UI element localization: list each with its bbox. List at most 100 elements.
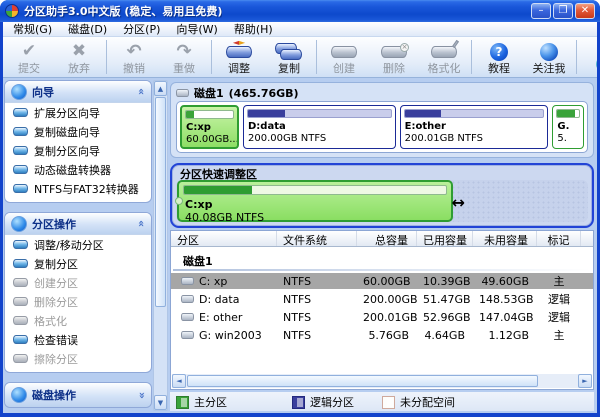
follow-me-button[interactable]: 关注我	[524, 39, 574, 75]
delete-button[interactable]: × 删除	[369, 39, 419, 75]
expand-chevron-icon[interactable]: «	[135, 391, 148, 398]
window-controls: – ❐ ✕	[531, 3, 595, 19]
sidebar-scrollbar[interactable]: ▲ ▼	[153, 80, 168, 411]
unallocated-swatch-icon	[382, 395, 395, 409]
commit-button[interactable]: ✔ 提交	[4, 39, 54, 75]
disk-icon	[13, 354, 28, 363]
toolbar-separator	[316, 40, 317, 74]
resize-button[interactable]: ◄► 调整	[214, 38, 264, 75]
quick-adjust-panel: 分区快速调整区 C:xp 40.08GB NTFS ↔	[170, 163, 594, 228]
clipped-icon	[596, 53, 597, 74]
disk-icon	[13, 184, 28, 193]
delete-disk-icon: ×	[381, 41, 409, 62]
partition-ops-panel: 分区操作 « 调整/移动分区 复制分区 创建分区 删除分区 格式化 检查错误 擦…	[4, 212, 152, 373]
resize-cursor-icon[interactable]: ↔	[452, 195, 465, 211]
column-header-total[interactable]: 总容量	[357, 231, 417, 246]
partition-block-c[interactable]: C:xp 60.00GB...	[180, 105, 239, 149]
column-header-used[interactable]: 已用容量	[417, 231, 473, 246]
collapse-chevron-icon[interactable]: «	[135, 220, 148, 227]
horizontal-scrollbar[interactable]: ◄ ►	[172, 374, 592, 388]
sidebar-item-extend-partition-wizard[interactable]: 扩展分区向导	[5, 103, 151, 122]
column-header-filesystem[interactable]: 文件系统	[277, 231, 357, 246]
disk-icon	[176, 89, 189, 97]
sidebar-item-wipe-partition: 擦除分区	[5, 349, 151, 368]
maximize-button[interactable]: ❐	[553, 3, 573, 19]
quick-adjust-track: C:xp 40.08GB NTFS ↔	[175, 180, 588, 224]
disk-ops-section-header[interactable]: 磁盘操作 «	[5, 383, 151, 407]
primary-swatch-icon	[176, 395, 189, 409]
menu-partition[interactable]: 分区(P)	[115, 22, 168, 37]
scroll-down-icon[interactable]: ▼	[154, 395, 167, 410]
sidebar-item-check-errors[interactable]: 检查错误	[5, 330, 151, 349]
sidebar-item-copy-partition-wizard[interactable]: 复制分区向导	[5, 141, 151, 160]
discard-cross-icon: ✖	[71, 41, 87, 61]
partition-ops-section-header[interactable]: 分区操作 «	[5, 213, 151, 235]
column-header-filler	[581, 231, 593, 246]
sidebar-item-copy-partition[interactable]: 复制分区	[5, 254, 151, 273]
table-row-g[interactable]: G: win2003 NTFS 5.76GB 4.64GB 1.12GB 主	[171, 327, 593, 343]
disk-label: 磁盘1	[194, 87, 224, 100]
menu-help[interactable]: 帮助(H)	[226, 22, 281, 37]
column-header-partition[interactable]: 分区	[171, 231, 277, 246]
table-row-d[interactable]: D: data NTFS 200.00GB 51.47GB 148.53GB 逻…	[171, 291, 593, 307]
partition-block-g[interactable]: G. 5.	[552, 105, 584, 149]
partition-ops-globe-icon	[11, 215, 27, 232]
scroll-up-icon[interactable]: ▲	[154, 81, 167, 96]
collapse-chevron-icon[interactable]: «	[135, 88, 148, 95]
window-title: 分区助手3.0中文版 (稳定、易用且免费)	[24, 5, 223, 18]
menu-general[interactable]: 常规(G)	[5, 22, 60, 37]
format-button[interactable]: 格式化	[419, 39, 469, 75]
table-row-c[interactable]: C: xp NTFS 60.00GB 10.39GB 49.60GB 主	[171, 273, 593, 289]
logical-swatch-icon	[292, 395, 305, 409]
menu-disk[interactable]: 磁盘(D)	[60, 22, 115, 37]
app-logo-icon	[5, 4, 19, 18]
disk-icon	[13, 240, 28, 249]
left-resize-handle[interactable]	[175, 197, 183, 205]
disk-size: (465.76GB)	[228, 86, 299, 100]
partition-block-e[interactable]: E:other 200.01GB NTFS	[399, 105, 549, 149]
copy-button[interactable]: 复制	[264, 39, 314, 75]
table-group-disk1: 磁盘1	[171, 247, 593, 271]
undo-button[interactable]: ↶ 撤销	[109, 39, 159, 75]
column-header-free[interactable]: 未用容量	[473, 231, 537, 246]
main-area: 磁盘1 (465.76GB) C:xp 60.00GB... D:data 20…	[170, 78, 597, 413]
legend-unallocated: 未分配空间	[382, 394, 455, 410]
scroll-left-icon[interactable]: ◄	[172, 374, 186, 388]
disk-ops-gear-icon	[11, 387, 27, 403]
app-window: 分区助手3.0中文版 (稳定、易用且免费) – ❐ ✕ 常规(G) 磁盘(D) …	[0, 0, 600, 417]
undo-arrow-icon: ↶	[126, 41, 142, 62]
wizards-section-header[interactable]: 向导 «	[5, 81, 151, 103]
discard-button[interactable]: ✖ 放弃	[54, 39, 104, 75]
table-header: 分区 文件系统 总容量 已用容量 未用容量 标记	[171, 231, 593, 247]
tutorial-button[interactable]: ? 教程	[474, 39, 524, 75]
window-content: 常规(G) 磁盘(D) 分区(P) 向导(W) 帮助(H) ✔ 提交 ✖ 放弃 …	[3, 22, 597, 413]
scrollbar-thumb[interactable]	[187, 375, 538, 387]
sidebar-item-copy-disk-wizard[interactable]: 复制磁盘向导	[5, 122, 151, 141]
title-bar: 分区助手3.0中文版 (稳定、易用且免费) – ❐ ✕	[0, 0, 600, 22]
quick-adjust-partition-c[interactable]: C:xp 40.08GB NTFS ↔	[175, 180, 465, 224]
column-header-flag[interactable]: 标记	[537, 231, 581, 246]
redo-button[interactable]: ↷ 重做	[159, 39, 209, 75]
clipped-button[interactable]	[579, 39, 597, 75]
sidebar-item-format-partition: 格式化	[5, 311, 151, 330]
menu-wizard[interactable]: 向导(W)	[168, 22, 225, 37]
usage-bar	[556, 109, 580, 118]
usage-bar	[403, 109, 545, 118]
table-row-e[interactable]: E: other NTFS 200.01GB 52.96GB 147.04GB …	[171, 309, 593, 325]
toolbar-separator	[471, 40, 472, 74]
sidebar-item-ntfs-fat32-converter[interactable]: NTFS与FAT32转换器	[5, 179, 151, 198]
tutorial-help-icon: ?	[490, 41, 508, 62]
disk-icon	[13, 316, 28, 325]
scroll-right-icon[interactable]: ►	[578, 374, 592, 388]
close-button[interactable]: ✕	[575, 3, 595, 19]
create-button[interactable]: 创建	[319, 39, 369, 75]
disk-icon	[13, 127, 28, 136]
sidebar-item-resize-move-partition[interactable]: 调整/移动分区	[5, 235, 151, 254]
partition-block-d[interactable]: D:data 200.00GB NTFS	[242, 105, 396, 149]
minimize-button[interactable]: –	[531, 3, 551, 19]
format-disk-icon	[431, 39, 460, 62]
scrollbar-thumb[interactable]	[155, 97, 166, 307]
sidebar-item-dynamic-disk-converter[interactable]: 动态磁盘转换器	[5, 160, 151, 179]
disk-icon	[181, 331, 194, 339]
section-title: 分区操作	[32, 217, 76, 231]
